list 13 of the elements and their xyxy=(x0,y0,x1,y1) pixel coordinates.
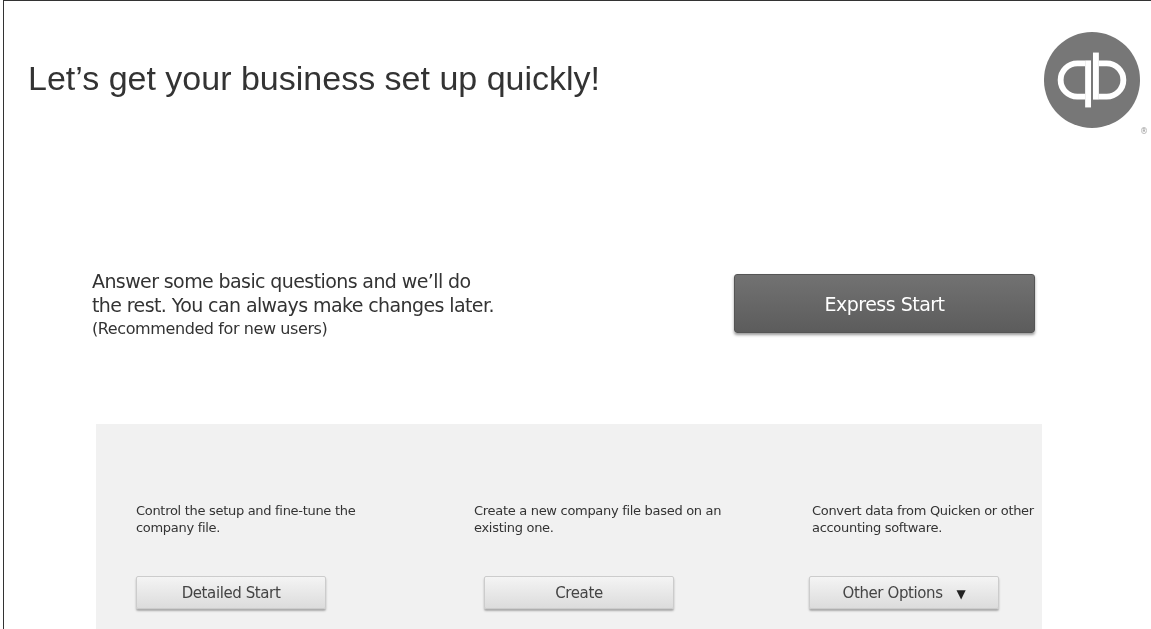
registered-mark: ® xyxy=(1140,127,1148,136)
description-text: Answer some basic questions and we’ll do the rest. You can always make changes later. xyxy=(92,269,495,317)
option-button[interactable]: Create xyxy=(484,576,674,609)
dropdown-button[interactable]: Other Options ▼ xyxy=(809,576,999,609)
option-description: Create a new company file based on an existing one. xyxy=(474,502,723,537)
option-description: Control the setup and fine-tune the company file. xyxy=(136,502,357,537)
option-button[interactable]: Detailed Start xyxy=(136,576,326,609)
recommendation-note: (Recommended for new users) xyxy=(92,319,329,338)
express-start-button[interactable]: Express Start xyxy=(734,274,1035,333)
option-description: Convert data from Quicken or other accounting software. xyxy=(812,502,1035,537)
caret-icon: ▼ xyxy=(956,586,966,601)
page-title: Let’s get your business set up quickly! xyxy=(28,59,601,98)
logo-icon xyxy=(1043,31,1141,129)
